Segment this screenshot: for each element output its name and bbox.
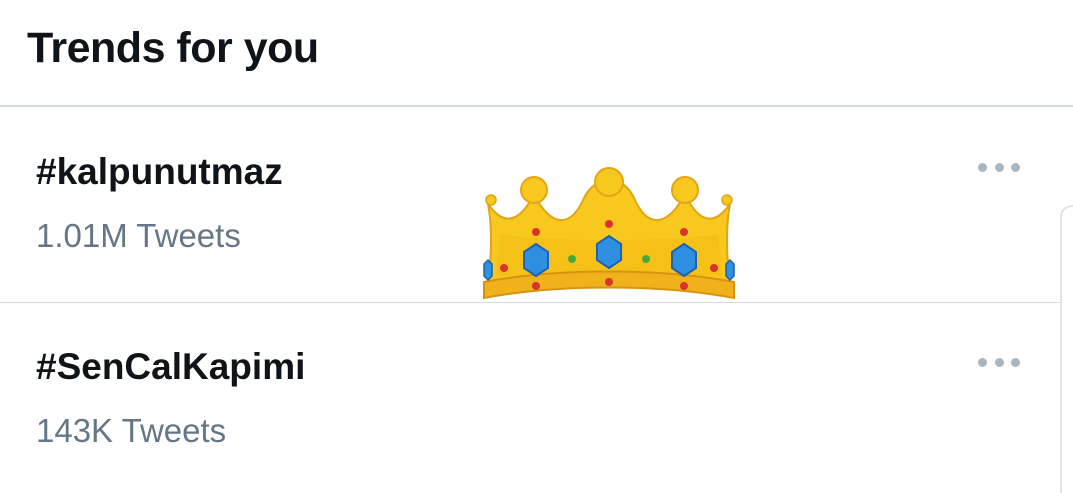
trend-name[interactable]: #kalpunutmaz — [36, 150, 283, 194]
trend-item[interactable]: #SenCalKapimi 143K Tweets — [0, 303, 1073, 493]
scrollbar-edge — [1060, 205, 1073, 493]
trend-tweet-count: 1.01M Tweets — [36, 217, 241, 254]
trends-panel: Trends for you #kalpunutmaz 1.01M Tweets… — [0, 0, 1073, 493]
trend-name[interactable]: #SenCalKapimi — [36, 345, 305, 389]
more-horizontal-icon — [1011, 162, 1020, 172]
more-options-button[interactable] — [978, 155, 1020, 179]
more-horizontal-icon — [994, 162, 1004, 172]
page-title: Trends for you — [27, 24, 319, 72]
more-horizontal-icon — [1011, 357, 1020, 367]
trends-header: Trends for you — [0, 0, 1073, 107]
more-horizontal-icon — [978, 162, 987, 172]
more-horizontal-icon — [994, 357, 1004, 367]
crown-icon — [483, 167, 735, 300]
more-horizontal-icon — [978, 357, 987, 367]
more-options-button[interactable] — [978, 350, 1020, 374]
trend-tweet-count: 143K Tweets — [36, 412, 227, 449]
